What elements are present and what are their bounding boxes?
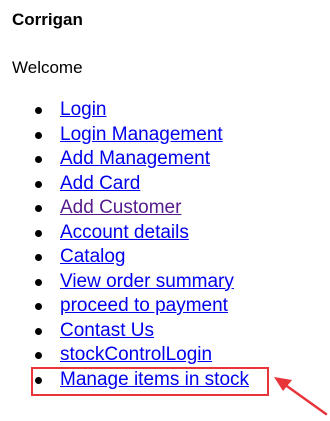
list-item: View order summary — [0, 270, 249, 295]
list-item: proceed to payment — [0, 294, 249, 319]
site-title: Corrigan — [12, 10, 83, 29]
account-details-link[interactable]: Account details — [60, 222, 189, 243]
proceed-to-payment-link[interactable]: proceed to payment — [60, 295, 228, 316]
list-item: Account details — [0, 221, 249, 246]
list-item: Login — [0, 98, 249, 123]
bullet-icon — [35, 156, 42, 163]
catalog-link[interactable]: Catalog — [60, 246, 126, 267]
list-item: Login Management — [0, 123, 249, 148]
list-item: Add Management — [0, 147, 249, 172]
bullet-icon — [35, 327, 42, 335]
annotation-arrow-icon — [274, 377, 328, 416]
manage-items-in-stock-link[interactable]: Manage items in stock — [60, 369, 249, 390]
list-item: Contast Us — [0, 319, 249, 344]
add-management-link[interactable]: Add Management — [60, 148, 210, 169]
list-item: Catalog — [0, 245, 249, 270]
stock-control-login-link[interactable]: stockControlLogin — [60, 344, 212, 365]
list-item: stockControlLogin — [0, 343, 249, 368]
bullet-icon — [35, 278, 42, 286]
add-customer-link[interactable]: Add Customer — [60, 197, 181, 218]
bullet-icon — [35, 131, 42, 139]
contact-us-link[interactable]: Contast Us — [60, 320, 154, 341]
bullet-icon — [35, 254, 42, 261]
list-item: Manage items in stock — [0, 368, 249, 393]
view-order-summary-link[interactable]: View order summary — [60, 271, 234, 292]
bullet-icon — [35, 376, 42, 384]
login-link[interactable]: Login — [60, 99, 107, 120]
list-item: Add Customer — [0, 196, 249, 221]
bullet-icon — [35, 205, 42, 212]
bullet-icon — [35, 229, 42, 237]
list-item: Add Card — [0, 172, 249, 197]
bullet-icon — [35, 107, 42, 114]
bullet-icon — [35, 180, 42, 188]
welcome-text: Welcome — [12, 58, 83, 77]
add-card-link[interactable]: Add Card — [60, 173, 140, 194]
bullet-icon — [35, 303, 42, 310]
login-management-link[interactable]: Login Management — [60, 124, 223, 145]
bullet-icon — [35, 352, 42, 359]
nav-link-list: Login Login Management Add Management Ad… — [0, 98, 249, 392]
